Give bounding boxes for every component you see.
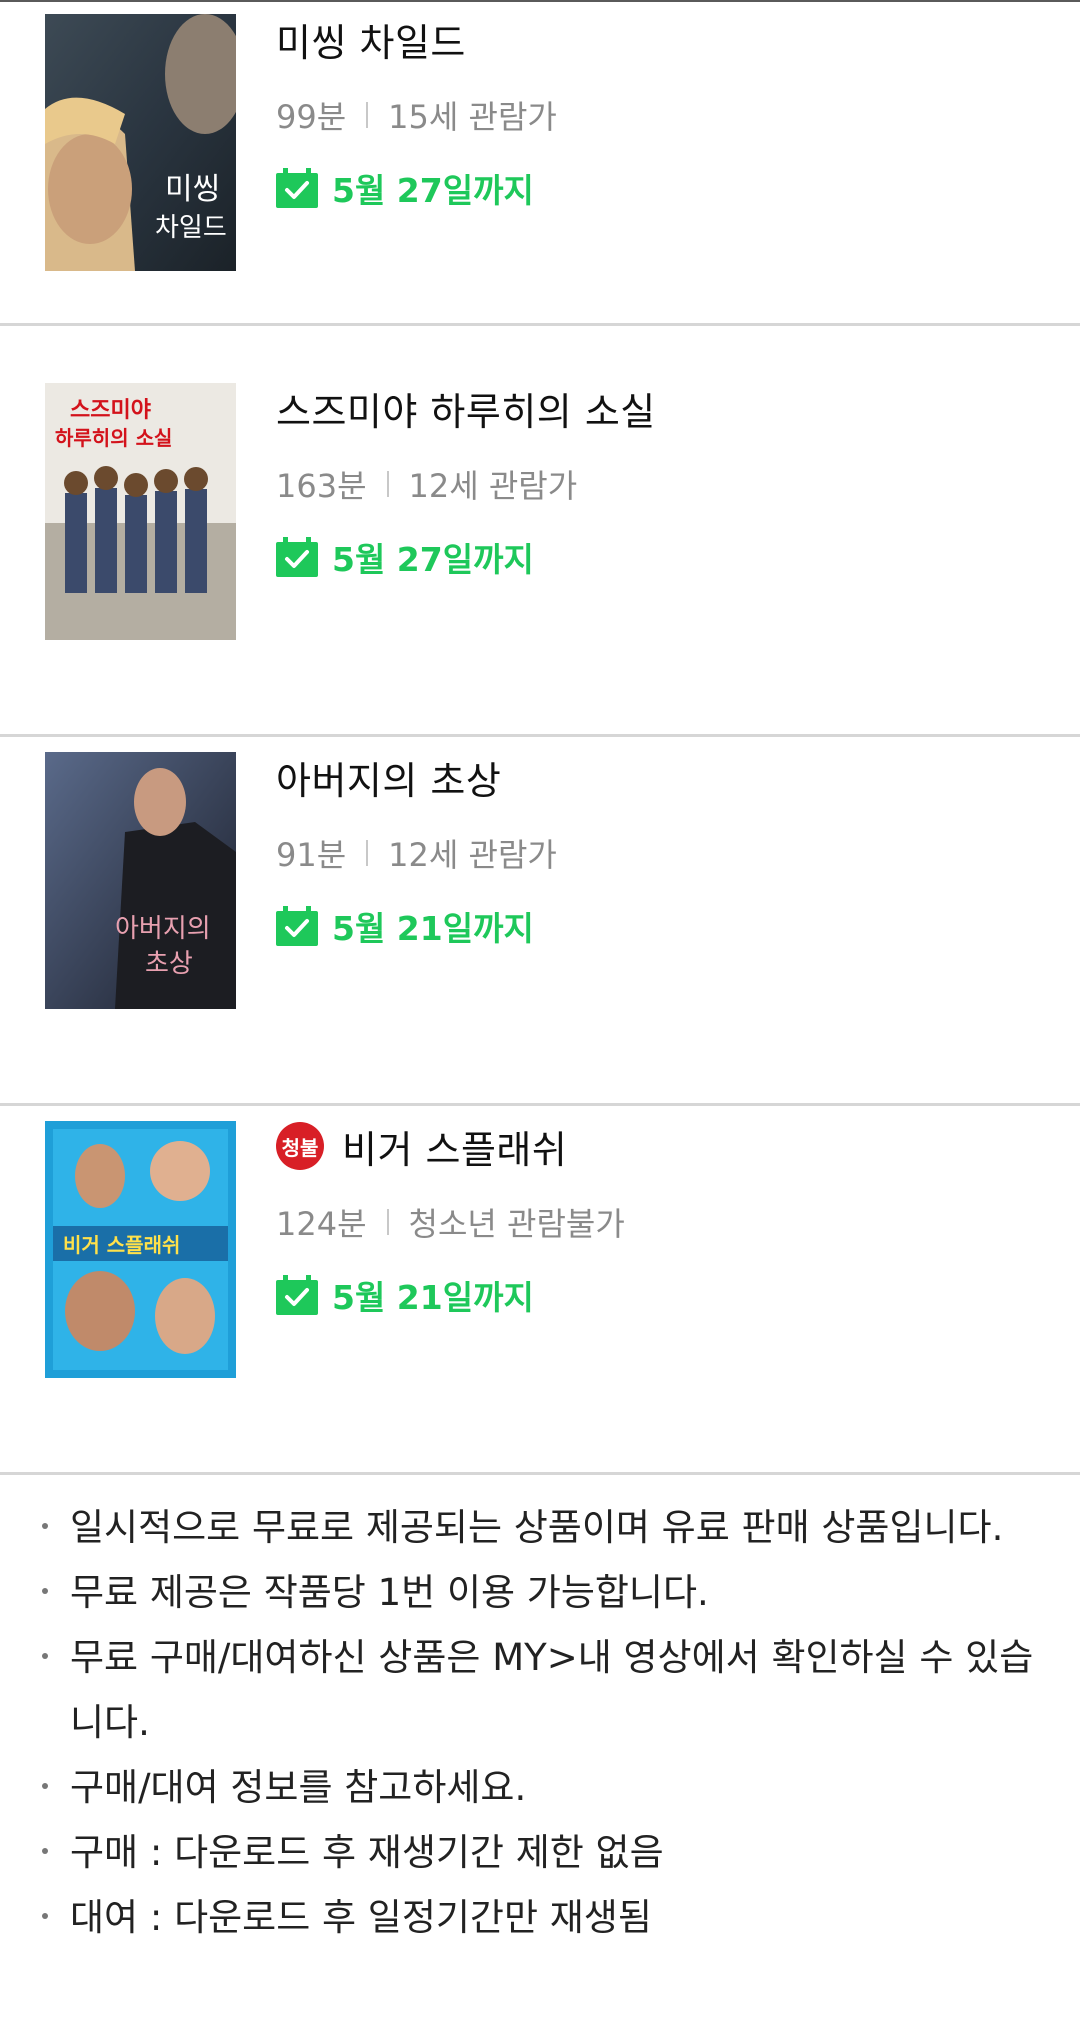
poster-title-line2: 차일드 [155,213,227,243]
notice-item: 일시적으로 무료로 제공되는 상품이며 유료 판매 상품입니다. [40,1495,1050,1560]
notice-list: 일시적으로 무료로 제공되는 상품이며 유료 판매 상품입니다. 무료 제공은 … [40,1495,1050,1950]
item-divider [0,1472,1080,1475]
movie-duration: 163분 [276,467,367,505]
movie-rating: 12세 관람가 [408,467,578,505]
notice-text: 무료 제공은 작품당 1번 이용 가능합니다. [70,1571,709,1614]
meta-separator [366,102,369,128]
age-restriction-badge: 청불 [276,1122,324,1170]
meta-separator [366,840,369,866]
calendar-check-icon [276,906,318,946]
availability-date: 5월 27일까지 [332,171,534,210]
movie-rating: 15세 관람가 [388,98,557,136]
movie-title[interactable]: 아버지의 초상 [276,750,501,805]
movie-item[interactable]: 아버지의 초상 아버지의 초상 91분 12세 관람가 5월 21일까지 [0,738,1080,1106]
poster-title-line1: 비거 스플래쉬 [63,1233,180,1257]
movie-poster[interactable]: 아버지의 초상 [45,752,236,1009]
movie-duration: 99분 [276,98,347,136]
notice-item: 구매 : 다운로드 후 재생기간 제한 없음 [40,1820,1050,1885]
bullet-icon [42,1913,48,1919]
item-divider [0,1103,1080,1106]
calendar-check-icon [276,168,318,208]
bullet-icon [42,1523,48,1529]
movie-rating: 12세 관람가 [388,836,557,874]
bullet-icon [42,1588,48,1594]
bullet-icon [42,1783,48,1789]
movie-poster[interactable]: 스즈미야 하루히의 소실 [45,383,236,640]
notice-text: 일시적으로 무료로 제공되는 상품이며 유료 판매 상품입니다. [70,1506,1004,1549]
free-movies-page: 미씽 차일드 미씽 차일드 99분 15세 관람가 5월 27일까지 스즈미야 … [0,0,1080,2019]
movie-rating: 청소년 관람불가 [408,1205,625,1243]
item-divider [0,734,1080,737]
movie-title[interactable]: 비거 스플래쉬 [342,1119,567,1174]
movie-item[interactable]: 미씽 차일드 미씽 차일드 99분 15세 관람가 5월 27일까지 [0,0,1080,368]
movie-poster[interactable]: 미씽 차일드 [45,14,236,271]
movie-title[interactable]: 미씽 차일드 [276,12,466,67]
movie-info: 미씽 차일드 99분 15세 관람가 5월 27일까지 [276,14,1036,212]
movie-info: 청불 비거 스플래쉬 124분 청소년 관람불가 5월 21일까지 [276,1121,1036,1319]
poster-title-line1: 아버지의 [115,914,211,944]
item-divider [0,323,1080,326]
movie-item[interactable]: 비거 스플래쉬 청불 비거 스플래쉬 124분 청소년 관람불가 5월 21일까… [0,1107,1080,1475]
meta-separator [386,471,389,497]
movie-poster[interactable]: 비거 스플래쉬 [45,1121,236,1378]
poster-title-line2: 초상 [145,949,193,979]
notice-text: 무료 구매/대여하신 상품은 MY>내 영상에서 확인하실 수 있습니다. [70,1636,1034,1744]
movie-duration: 91분 [276,836,347,874]
poster-title-line1: 미씽 [165,172,220,207]
movie-info: 아버지의 초상 91분 12세 관람가 5월 21일까지 [276,752,1036,950]
notice-item: 구매/대여 정보를 참고하세요. [40,1755,1050,1820]
movie-title[interactable]: 스즈미야 하루히의 소실 [276,381,656,436]
availability-date: 5월 27일까지 [332,540,534,579]
availability-date: 5월 21일까지 [332,909,534,948]
movie-item[interactable]: 스즈미야 하루히의 소실 스즈미야 하루히의 소실 163분 12세 관람가 5… [0,369,1080,737]
movie-duration: 124분 [276,1205,367,1243]
bullet-icon [42,1653,48,1659]
calendar-check-icon [276,537,318,577]
notice-text: 대여 : 다운로드 후 일정기간만 재생됨 [70,1896,652,1939]
poster-title-line1: 스즈미야 [70,398,151,423]
notice-item: 무료 제공은 작품당 1번 이용 가능합니다. [40,1560,1050,1625]
availability-date: 5월 21일까지 [332,1278,534,1317]
notice-item: 대여 : 다운로드 후 일정기간만 재생됨 [40,1885,1050,1950]
notice-item: 무료 구매/대여하신 상품은 MY>내 영상에서 확인하실 수 있습니다. [40,1625,1050,1755]
calendar-check-icon [276,1275,318,1315]
poster-title-line2: 하루히의 소실 [55,426,172,450]
notice-text: 구매 : 다운로드 후 재생기간 제한 없음 [70,1831,664,1874]
bullet-icon [42,1848,48,1854]
movie-info: 스즈미야 하루히의 소실 163분 12세 관람가 5월 27일까지 [276,383,1036,581]
notice-text: 구매/대여 정보를 참고하세요. [70,1766,527,1809]
meta-separator [386,1209,389,1235]
